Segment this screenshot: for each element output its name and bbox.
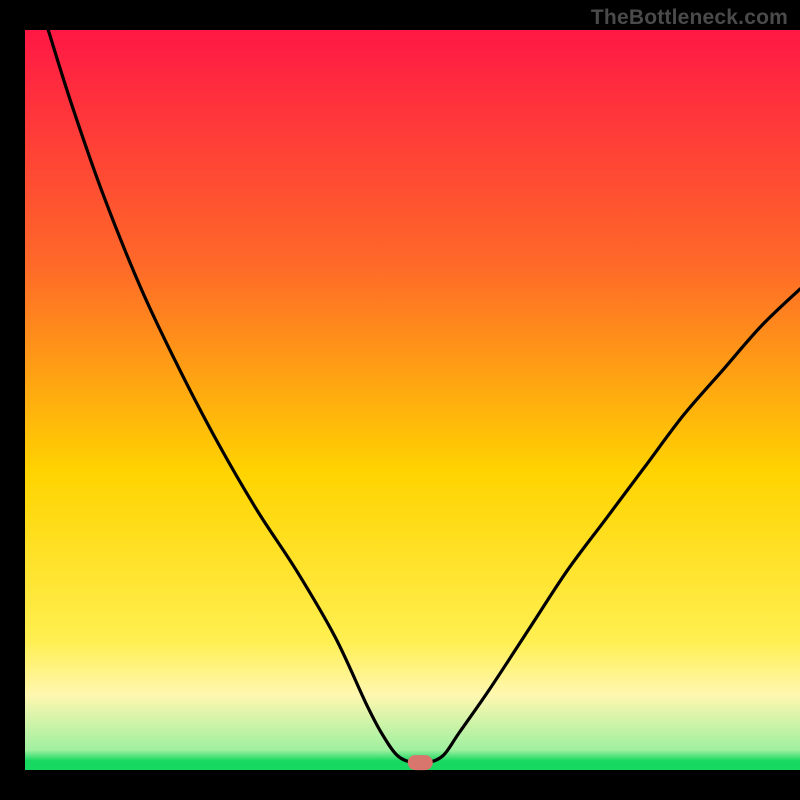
chart-stage: TheBottleneck.com: [0, 0, 800, 800]
left-border: [0, 0, 25, 800]
watermark-text: TheBottleneck.com: [591, 6, 788, 30]
bottom-border: [0, 770, 800, 800]
plot-background: [25, 30, 800, 770]
optimal-marker: [408, 756, 432, 770]
bottleneck-chart: [0, 0, 800, 800]
